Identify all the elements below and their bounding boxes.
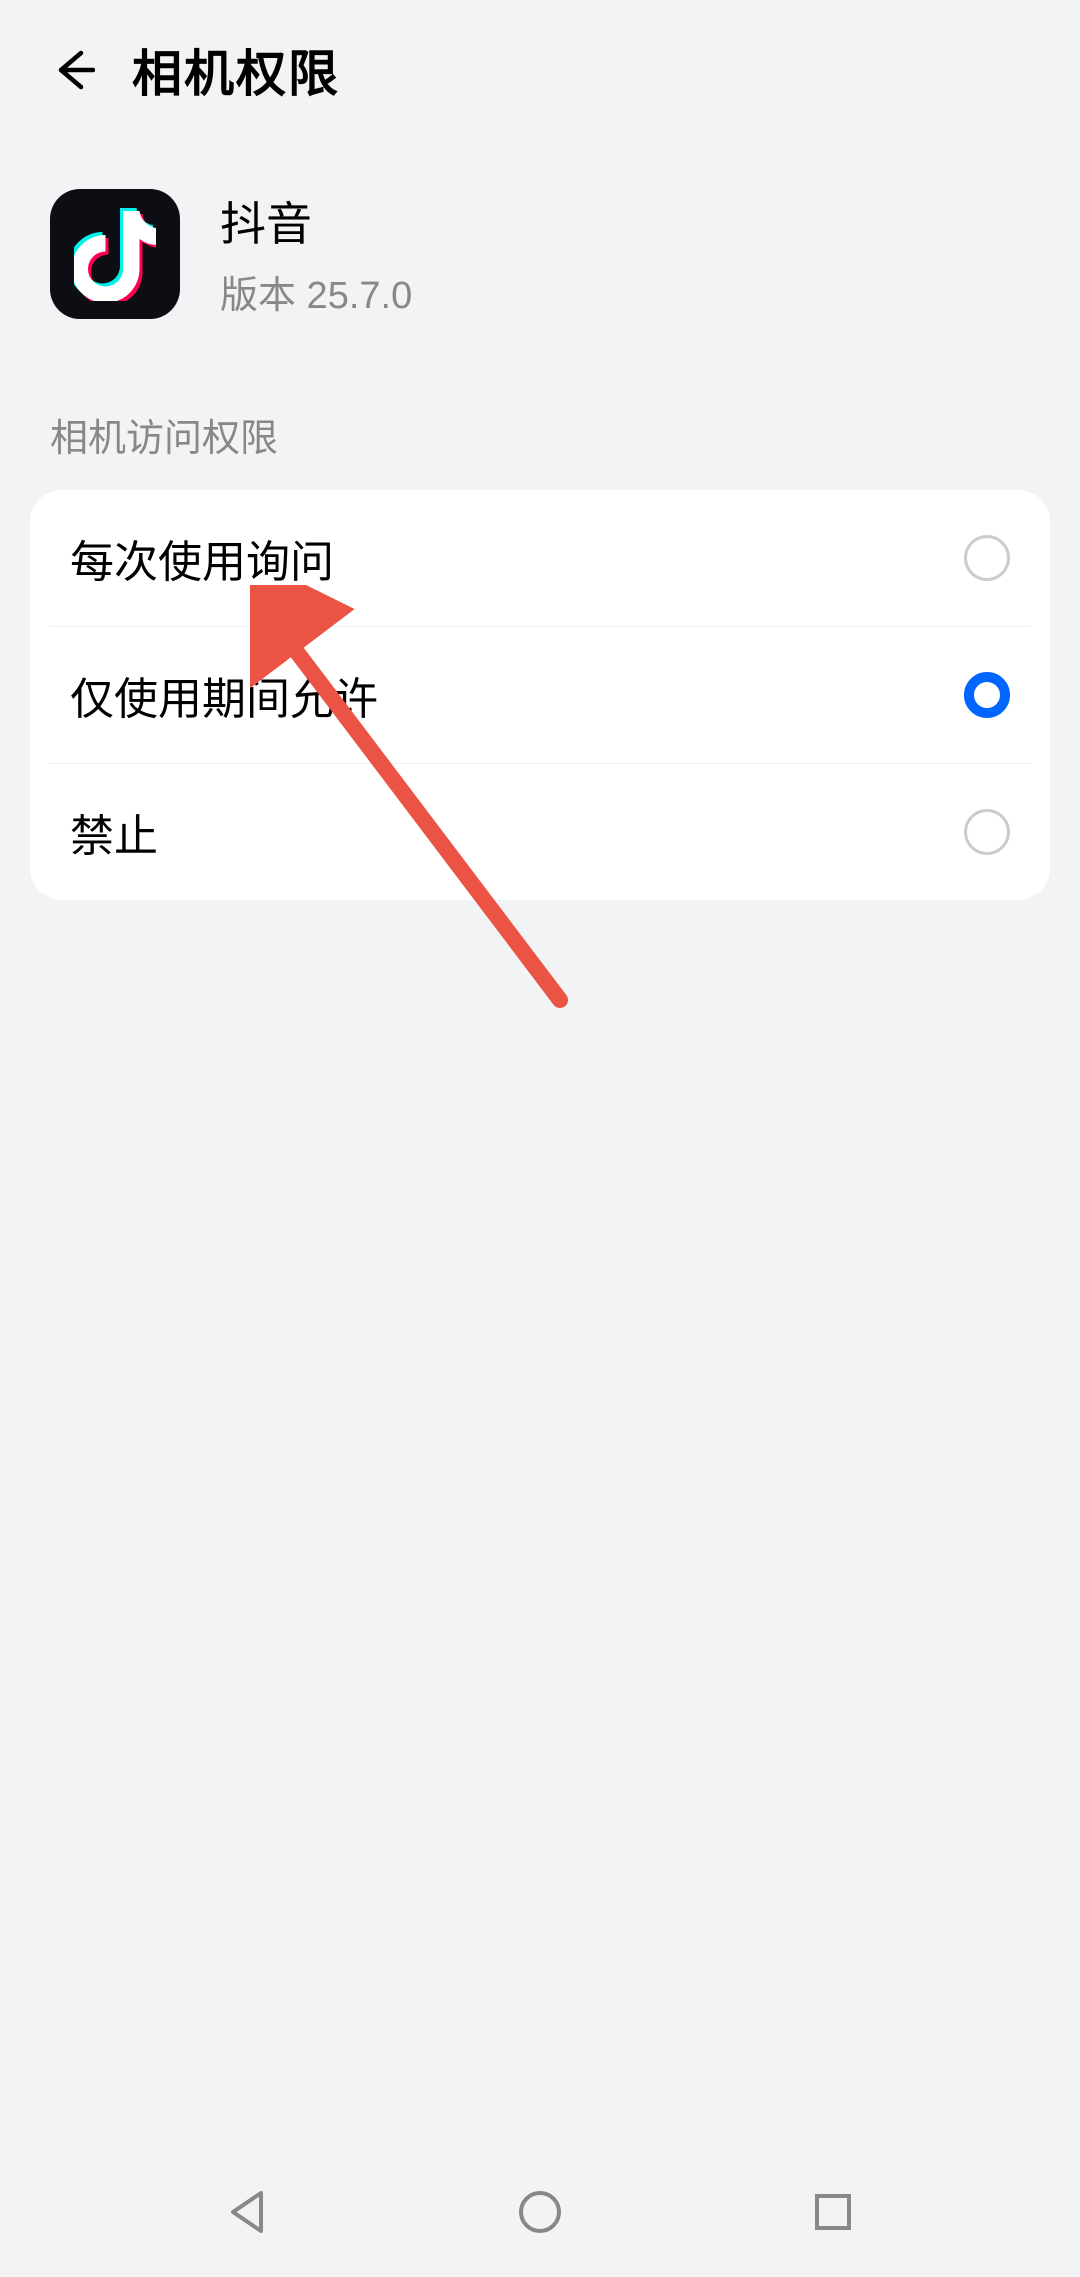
section-label: 相机访问权限 [0,369,1080,490]
app-meta: 抖音 版本 25.7.0 [220,188,412,319]
back-button[interactable] [50,46,98,94]
option-ask-every-time[interactable]: 每次使用询问 [50,490,1030,627]
option-label: 每次使用询问 [70,526,334,590]
header: 相机权限 [0,0,1080,130]
nav-back-button[interactable] [217,2182,277,2242]
page-title: 相机权限 [132,34,340,106]
nav-home-button[interactable] [510,2182,570,2242]
permission-options-card: 每次使用询问 仅使用期间允许 禁止 [30,490,1050,900]
app-name: 抖音 [220,188,412,254]
app-icon [50,189,180,319]
app-info-section: 抖音 版本 25.7.0 [0,130,1080,369]
douyin-icon [74,207,156,301]
system-navigation-bar [0,2147,1080,2277]
radio-unchecked-icon [964,809,1010,855]
option-allow-while-in-use[interactable]: 仅使用期间允许 [50,627,1030,764]
option-deny[interactable]: 禁止 [50,764,1030,900]
circle-home-icon [517,2189,563,2235]
triangle-back-icon [227,2189,267,2235]
option-label: 仅使用期间允许 [70,663,378,727]
nav-recent-button[interactable] [803,2182,863,2242]
radio-checked-icon [964,672,1010,718]
app-version: 版本 25.7.0 [220,264,412,319]
option-label: 禁止 [70,800,158,864]
radio-unchecked-icon [964,535,1010,581]
back-arrow-icon [53,49,95,91]
square-recent-icon [813,2192,853,2232]
